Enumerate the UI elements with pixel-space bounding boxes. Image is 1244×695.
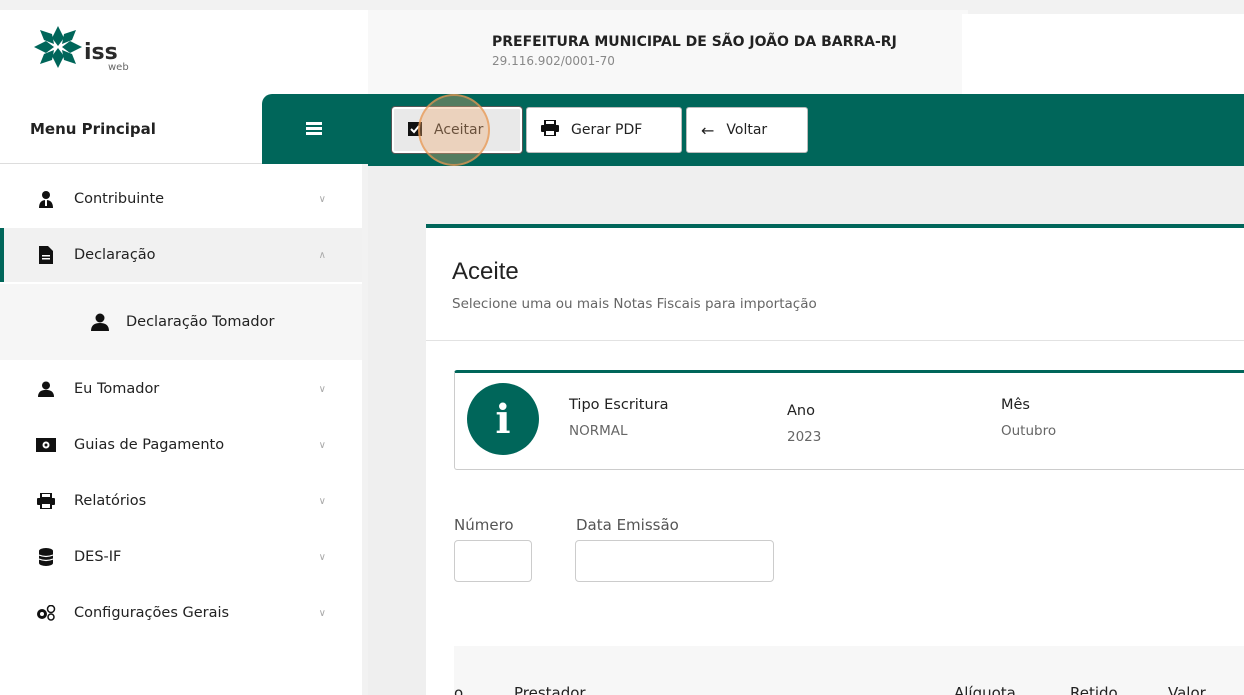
sidebar-item-label: Declaração [74, 247, 156, 263]
sidebar-subitem-label: Declaração Tomador [126, 314, 275, 330]
header-org: PREFEITURA MUNICIPAL DE SÃO JOÃO DA BARR… [368, 10, 968, 94]
org-cnpj: 29.116.902/0001-70 [492, 54, 615, 68]
user-tie-icon [36, 189, 56, 209]
menu-toggle-button[interactable] [262, 94, 368, 164]
divider [426, 340, 1244, 341]
chevron-down-icon: ∨ [318, 439, 326, 451]
gerar-pdf-label: Gerar PDF [571, 122, 643, 138]
column-header-valor[interactable]: Valor [1168, 684, 1206, 695]
sidebar-item-label: Contribuinte [74, 191, 165, 207]
sidebar-item-configuracoes-gerais[interactable]: Configurações Gerais ∨ [0, 586, 362, 640]
aceite-card: Aceite Selecione uma ou mais Notas Fisca… [426, 224, 1244, 695]
arrow-left-icon: ← [701, 120, 715, 140]
column-header-retido[interactable]: Retido [1070, 684, 1118, 695]
page-subtitle: Selecione uma ou mais Notas Fiscais para… [452, 296, 817, 312]
mes-value: Outubro [1001, 423, 1057, 439]
hamburger-icon [306, 122, 322, 136]
column-header-prestador[interactable]: Prestador [514, 684, 586, 695]
voltar-label: Voltar [726, 122, 768, 138]
column-header[interactable]: o [454, 684, 463, 695]
user-icon [36, 379, 56, 399]
column-header-aliquota[interactable]: Alíquota [954, 684, 1016, 695]
gerar-pdf-button[interactable]: Gerar PDF [526, 107, 682, 153]
print-icon [541, 119, 559, 140]
sidebar-item-eu-tomador[interactable]: Eu Tomador ∨ [0, 362, 362, 416]
sidebar: Menu Principal Contribuinte ∨ Declaração… [0, 94, 368, 695]
print-icon [36, 491, 56, 511]
money-bill-icon [36, 435, 56, 455]
chevron-down-icon: ∨ [318, 551, 326, 563]
data-emissao-label: Data Emissão [576, 516, 679, 534]
page-title: Aceite [452, 258, 519, 285]
org-name: PREFEITURA MUNICIPAL DE SÃO JOÃO DA BARR… [492, 34, 897, 50]
ano-info: Ano 2023 [787, 403, 821, 445]
logo-area: iss web [0, 10, 368, 94]
chevron-down-icon: ∨ [318, 193, 326, 205]
sidebar-item-label: Eu Tomador [74, 381, 160, 397]
info-icon: i [467, 383, 539, 455]
chevron-down-icon: ∨ [318, 607, 326, 619]
header-right-panel [962, 14, 1244, 94]
sidebar-item-label: Guias de Pagamento [74, 437, 225, 453]
cogs-icon [36, 603, 56, 623]
user-icon [90, 313, 110, 331]
chevron-down-icon: ∨ [318, 383, 326, 395]
mes-label: Mês [1001, 397, 1030, 413]
voltar-button[interactable]: ← Voltar [686, 107, 808, 153]
sidebar-item-guias-pagamento[interactable]: Guias de Pagamento ∨ [0, 418, 362, 472]
chevron-down-icon: ∨ [318, 495, 326, 507]
top-band [0, 0, 1244, 10]
sidebar-item-contribuinte[interactable]: Contribuinte ∨ [0, 172, 362, 226]
info-box: i Tipo Escritura NORMAL Ano 2023 Mês Out… [454, 370, 1244, 470]
sidebar-item-relatorios[interactable]: Relatórios ∨ [0, 474, 362, 528]
ano-value: 2023 [787, 429, 822, 445]
mes-info: Mês Outubro [1001, 397, 1056, 439]
sidebar-item-declaracao[interactable]: Declaração ∧ [0, 228, 362, 282]
file-icon [36, 245, 56, 265]
sidebar-item-label: DES-IF [74, 549, 122, 565]
database-icon [36, 547, 56, 567]
sidebar-item-label: Configurações Gerais [74, 605, 230, 621]
logo-subtext: web [108, 62, 129, 73]
issweb-logo-icon [34, 26, 82, 68]
numero-input[interactable] [454, 540, 532, 582]
numero-label: Número [454, 516, 514, 534]
click-highlight [418, 94, 490, 166]
data-emissao-input[interactable] [575, 540, 774, 582]
sidebar-item-des-if[interactable]: DES-IF ∨ [0, 530, 362, 584]
menu-title: Menu Principal [0, 94, 262, 164]
tipo-escritura-info: Tipo Escritura NORMAL [569, 397, 669, 439]
sidebar-item-label: Relatórios [74, 493, 147, 509]
toolbar: Aceitar Gerar PDF ← Voltar [368, 94, 1244, 166]
ano-label: Ano [787, 403, 815, 419]
tipo-escritura-label: Tipo Escritura [569, 397, 669, 413]
sidebar-subitem-declaracao-tomador[interactable]: Declaração Tomador [0, 284, 362, 360]
menu-title-label: Menu Principal [30, 120, 156, 138]
chevron-up-icon: ∧ [318, 249, 326, 261]
tipo-escritura-value: NORMAL [569, 423, 628, 439]
